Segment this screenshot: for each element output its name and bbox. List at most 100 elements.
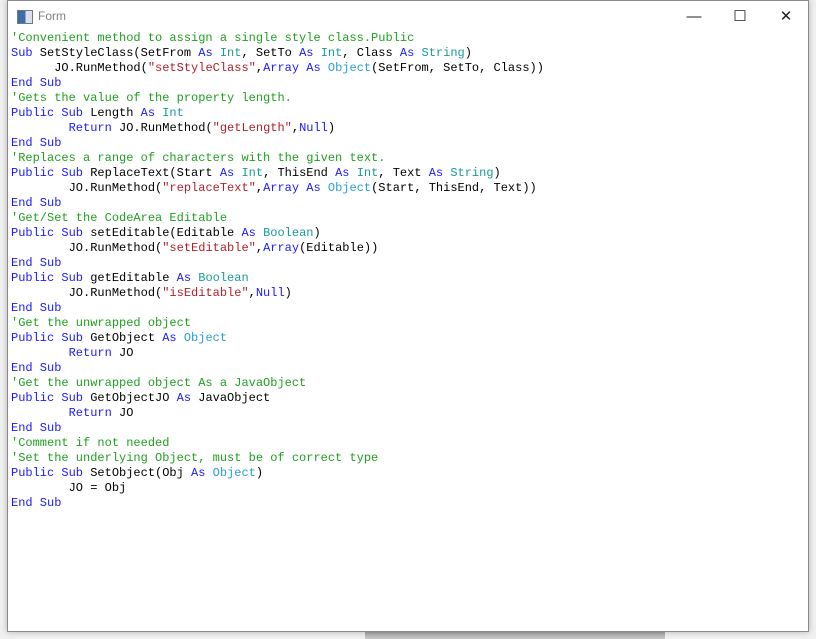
code-token-pl: , Text — [378, 166, 429, 180]
code-token-kw: Public Sub — [11, 466, 84, 480]
code-line: End Sub — [11, 496, 544, 511]
code-token-kw: End Sub — [11, 136, 62, 150]
maximize-icon: ☐ — [733, 8, 747, 25]
code-token-kw: As — [399, 46, 415, 60]
code-token-kw: Sub — [11, 46, 33, 60]
code-token-kw: As — [335, 166, 350, 180]
code-token-obj: Object — [212, 466, 256, 480]
code-token-pl: JO.RunMethod( — [11, 286, 163, 300]
code-line: Return JO — [11, 346, 544, 361]
code-token-pl: JO = Obj — [11, 481, 127, 495]
code-line: 'Get/Set the CodeArea Editable — [11, 211, 544, 226]
form-window: Form — ☐ ✕ 'Convenient method to assign … — [7, 0, 809, 632]
code-line: JO.RunMethod("setStyleClass",Array As Ob… — [11, 61, 544, 76]
code-line: Public Sub ReplaceText(Start As Int, Thi… — [11, 166, 544, 181]
code-token-pl: JO.RunMethod( — [11, 61, 148, 75]
code-token-pl: Length — [83, 106, 141, 120]
code-area[interactable]: 'Convenient method to assign a single st… — [11, 31, 544, 511]
code-token-ty: Int — [320, 46, 343, 60]
close-button[interactable]: ✕ — [763, 1, 809, 31]
code-token-pl: SetStyleClass(SetFrom — [32, 46, 199, 60]
code-token-kw: As — [176, 391, 192, 405]
code-token-kw: As — [428, 166, 444, 180]
code-token-kw: Return — [68, 346, 112, 360]
code-token-cm: 'Set the underlying Object, must be of c… — [11, 451, 379, 465]
code-token-ty: String — [421, 46, 465, 60]
code-token-kw: As — [306, 61, 321, 75]
code-token-pl: GetObject — [83, 331, 163, 345]
code-token-str: "getLength" — [212, 121, 292, 135]
code-line: 'Comment if not needed — [11, 436, 544, 451]
code-token-kw: As — [306, 181, 321, 195]
code-line: Public Sub GetObject As Object — [11, 331, 544, 346]
code-token-kw: End Sub — [11, 361, 62, 375]
code-token-kw: Public Sub — [11, 331, 84, 345]
code-line: JO = Obj — [11, 481, 544, 496]
code-token-str: "replaceText" — [162, 181, 256, 195]
code-token-ty: String — [450, 166, 494, 180]
code-token-kw: Null — [299, 121, 328, 135]
code-token-pl: , ThisEnd — [263, 166, 336, 180]
code-token-pl: JO.RunMethod( — [11, 241, 163, 255]
code-token-kw: As — [162, 331, 177, 345]
code-token-pl: JO — [111, 346, 134, 360]
code-token-pl: (Start, ThisEnd, Text)) — [371, 181, 537, 195]
code-line: 'Replaces a range of characters with the… — [11, 151, 544, 166]
code-line: End Sub — [11, 196, 544, 211]
minimize-icon: — — [686, 7, 702, 25]
code-token-kw: End Sub — [11, 76, 62, 90]
code-token-kw: As — [191, 466, 206, 480]
code-token-obj: Object — [183, 331, 228, 345]
code-token-pl: , — [291, 121, 300, 135]
code-line: End Sub — [11, 361, 544, 376]
code-token-kw: Return — [68, 406, 112, 420]
code-token-str: "setStyleClass" — [147, 61, 256, 75]
code-token-pl: , SetTo — [241, 46, 300, 60]
code-token-ty: Boolean — [263, 226, 314, 240]
code-token-ty: Boolean — [198, 271, 249, 285]
code-token-kw: End Sub — [11, 301, 62, 315]
code-token-kw: As — [219, 166, 235, 180]
code-line: Public Sub SetObject(Obj As Object) — [11, 466, 544, 481]
title-bar[interactable]: Form — ☐ ✕ — [8, 1, 808, 31]
code-token-pl: getEditable — [83, 271, 177, 285]
code-line: 'Get the unwrapped object — [11, 316, 544, 331]
minimize-button[interactable]: — — [671, 1, 717, 31]
code-token-kw: End Sub — [11, 421, 62, 435]
code-token-kw: As — [241, 226, 256, 240]
form-icon — [17, 10, 33, 24]
code-line: End Sub — [11, 136, 544, 151]
code-token-kw: Public Sub — [11, 166, 84, 180]
code-token-str: "isEditable" — [162, 286, 249, 300]
code-token-pl: ) — [284, 286, 292, 300]
code-token-pl: ReplaceText(Start — [83, 166, 220, 180]
code-token-str: "setEditable" — [162, 241, 256, 255]
code-token-kw: Array — [263, 61, 300, 75]
maximize-button[interactable]: ☐ — [717, 1, 763, 31]
code-token-kw: As — [299, 46, 314, 60]
code-token-pl: (SetFrom, SetTo, Class)) — [371, 61, 544, 75]
code-token-pl: , — [255, 241, 264, 255]
code-token-ty: Int — [241, 166, 264, 180]
code-token-cm: 'Replaces a range of characters with the… — [11, 151, 386, 165]
window-title: Form — [38, 9, 66, 23]
code-token-pl: , — [255, 61, 264, 75]
code-token-kw: End Sub — [11, 196, 62, 210]
code-line: 'Gets the value of the property length. — [11, 91, 544, 106]
code-token-kw: Null — [255, 286, 285, 300]
code-line: End Sub — [11, 421, 544, 436]
code-token-kw: Public Sub — [11, 271, 84, 285]
code-line: JO.RunMethod("replaceText",Array As Obje… — [11, 181, 544, 196]
code-token-kw: As — [140, 106, 156, 120]
code-token-kw: Array — [263, 241, 300, 255]
code-token-cm: 'Comment if not needed — [11, 436, 170, 450]
code-token-kw: Array — [263, 181, 300, 195]
